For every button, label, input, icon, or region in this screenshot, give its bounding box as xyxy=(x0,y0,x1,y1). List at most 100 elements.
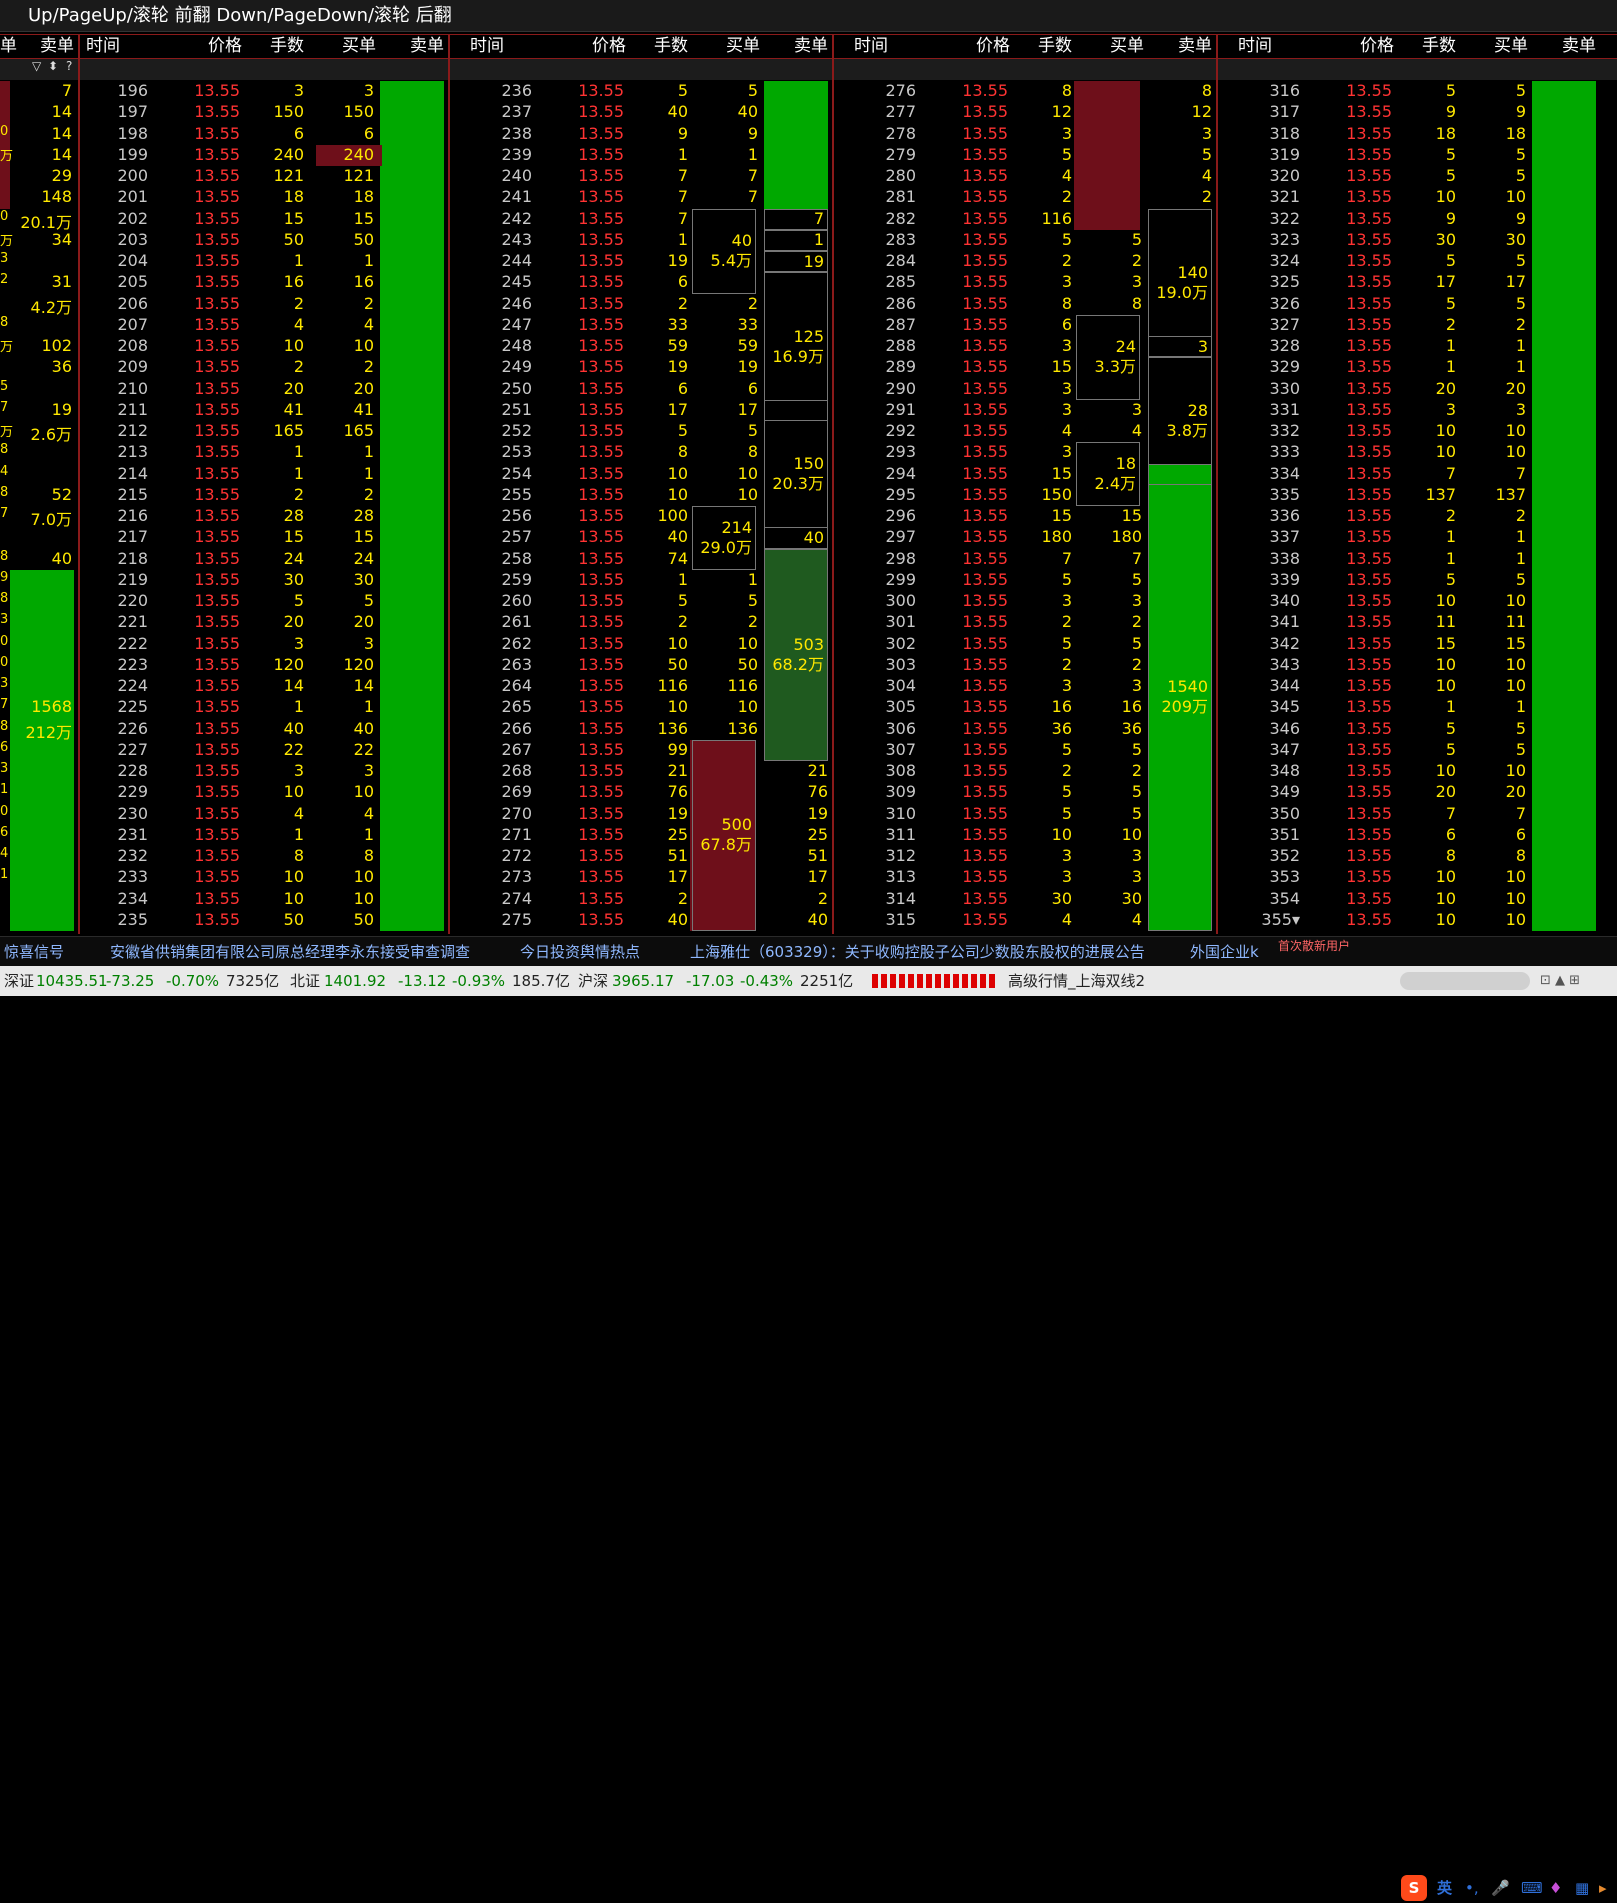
tick-time: 351 xyxy=(1269,824,1300,844)
keyboard-icon[interactable]: ⌨ xyxy=(1521,1873,1543,1903)
partial-sell-value: 31 xyxy=(51,272,72,292)
search-box[interactable] xyxy=(1400,972,1530,990)
tick-qty: 10 xyxy=(667,484,688,504)
tick-price: 13.55 xyxy=(578,81,624,100)
header-buy[interactable]: 买单 xyxy=(1110,34,1144,58)
tick-price: 13.55 xyxy=(578,123,624,143)
tick-sell: 21 xyxy=(807,761,828,780)
header-time[interactable]: 时间 xyxy=(1238,34,1272,58)
feed-name[interactable]: 高级行情_上海双线2 xyxy=(1008,966,1145,996)
punctuation-icon[interactable]: •, xyxy=(1465,1873,1479,1903)
tick-price: 13.55 xyxy=(194,421,240,440)
tick-price: 13.55 xyxy=(194,251,240,270)
tick-time: 323 xyxy=(1269,229,1300,249)
tick-time: 310 xyxy=(885,803,916,823)
tick-qty: 100 xyxy=(657,506,688,525)
more-icon[interactable]: ▸ xyxy=(1599,1873,1607,1903)
tick-price: 13.55 xyxy=(1346,697,1392,717)
news-item[interactable]: 外国企业k xyxy=(1190,937,1259,967)
tick-buy: 19 xyxy=(737,357,758,377)
tick-time: 255 xyxy=(501,484,532,504)
tick-buy-large: 240 xyxy=(343,144,374,164)
header-qty[interactable]: 手数 xyxy=(1422,34,1456,58)
tick-qty: 5 xyxy=(1061,144,1072,164)
order-group-label: 500 67.8万 xyxy=(692,815,752,855)
index-name-hs[interactable]: 沪深 xyxy=(578,966,608,996)
tick-time: 273 xyxy=(501,867,532,887)
tick-qty: 19 xyxy=(667,357,688,377)
tick-price: 13.55 xyxy=(194,336,240,355)
tick-time: 350 xyxy=(1269,803,1300,823)
header-price[interactable]: 价格 xyxy=(208,34,242,58)
header-time[interactable]: 时间 xyxy=(86,34,120,58)
header-qty[interactable]: 手数 xyxy=(654,34,688,58)
header-buy[interactable]: 买单 xyxy=(1494,34,1528,58)
index-name-bz[interactable]: 北证 xyxy=(290,966,320,996)
microphone-icon[interactable]: 🎤 xyxy=(1491,1873,1510,1903)
header-qty[interactable]: 手数 xyxy=(270,34,304,58)
tick-time: 288 xyxy=(885,336,916,355)
tick-qty: 5 xyxy=(1445,81,1456,100)
tick-time: 314 xyxy=(885,888,916,908)
ime-lang-label[interactable]: 英 xyxy=(1437,1873,1452,1903)
tick-time: 238 xyxy=(501,123,532,143)
tick-qty: 4 xyxy=(1061,909,1072,929)
grid-icon[interactable]: ▦ xyxy=(1575,1873,1589,1903)
tick-qty: 3 xyxy=(293,761,304,780)
help-icon[interactable]: ? xyxy=(66,59,72,73)
tick-time: 332 xyxy=(1269,421,1300,440)
header-buy[interactable]: 买单 xyxy=(726,34,760,58)
tick-time: 308 xyxy=(885,761,916,780)
header-sell[interactable]: 卖单 xyxy=(1562,34,1596,58)
tick-price: 13.55 xyxy=(578,548,624,568)
tick-buy: 10 xyxy=(353,782,374,802)
filter-icon[interactable]: ▽ xyxy=(32,59,41,73)
order-group-label: 140 19.0万 xyxy=(1148,263,1208,303)
index-name-sz[interactable]: 深证 xyxy=(4,966,34,996)
sort-icon[interactable]: ⬍ xyxy=(48,59,58,73)
news-item[interactable]: 安徽省供销集团有限公司原总经理李永东接受审查调查 xyxy=(110,937,470,967)
tick-qty: 22 xyxy=(283,739,304,759)
skin-icon[interactable]: ♦ xyxy=(1549,1873,1562,1903)
news-item[interactable]: 惊喜信号 xyxy=(4,937,64,967)
tick-buy: 11 xyxy=(1505,612,1526,632)
partial-cut-digit: 1 xyxy=(0,867,9,883)
tick-qty: 10 xyxy=(1435,591,1456,610)
tick-price: 13.55 xyxy=(578,633,624,653)
tick-time: 270 xyxy=(501,803,532,823)
tick-price: 13.55 xyxy=(578,739,624,759)
header-partial-sell2[interactable]: 卖单 xyxy=(40,34,74,58)
tick-price: 13.55 xyxy=(1346,739,1392,759)
tick-buy: 1 xyxy=(1515,357,1526,377)
tick-qty: 5 xyxy=(677,591,688,610)
news-item[interactable]: 上海雅仕（603329）：关于收购控股子公司少数股东股权的进展公告 xyxy=(690,937,1145,967)
tick-buy: 24 xyxy=(353,548,374,568)
tick-price: 13.55 xyxy=(962,357,1008,377)
partial-sell-value: 7 xyxy=(61,81,72,100)
partial-cut-digit: 万 xyxy=(0,148,14,164)
header-buy[interactable]: 买单 xyxy=(342,34,376,58)
index-value-sz: 10435.51 xyxy=(36,972,108,990)
header-time[interactable]: 时间 xyxy=(470,34,504,58)
tick-sell: 17 xyxy=(807,867,828,887)
tick-price: 13.55 xyxy=(194,697,240,717)
header-qty[interactable]: 手数 xyxy=(1038,34,1072,58)
header-sell[interactable]: 卖单 xyxy=(794,34,828,58)
header-price[interactable]: 价格 xyxy=(976,34,1010,58)
tick-buy: 6 xyxy=(747,378,758,398)
header-partial-sell[interactable]: 单 xyxy=(0,34,17,58)
header-sell[interactable]: 卖单 xyxy=(410,34,444,58)
tick-price: 13.55 xyxy=(962,208,1008,228)
sogou-logo-icon[interactable]: S xyxy=(1401,1875,1427,1901)
header-price[interactable]: 价格 xyxy=(1360,34,1394,58)
news-item[interactable]: 今日投资舆情热点 xyxy=(520,937,640,967)
tick-buy: 17 xyxy=(737,399,758,419)
tray-icons[interactable]: ⊡ ▲ ⊞ xyxy=(1540,966,1580,996)
header-sell[interactable]: 卖单 xyxy=(1178,34,1212,58)
index-value-bz: 1401.92 xyxy=(324,972,387,990)
tick-time: 263 xyxy=(501,654,532,674)
tick-price: 13.55 xyxy=(1346,378,1392,398)
header-price[interactable]: 价格 xyxy=(592,34,626,58)
header-time[interactable]: 时间 xyxy=(854,34,888,58)
tick-price: 13.55 xyxy=(578,378,624,398)
